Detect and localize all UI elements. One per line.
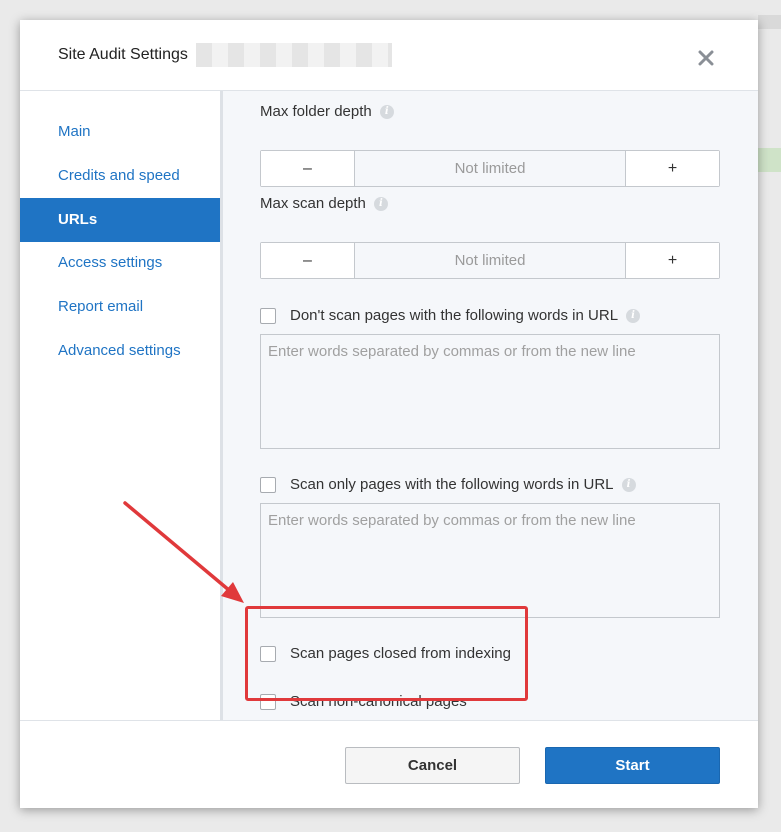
sidebar-item-access-settings[interactable]: Access settings [20,241,220,285]
redacted-project-name [196,43,392,67]
exclude-words-textarea[interactable] [260,334,720,449]
sidebar-item-credits-and-speed[interactable]: Credits and speed [20,154,220,198]
exclude-words-option: Don't scan pages with the following word… [260,307,641,324]
max-scan-depth-text: Max scan depth [260,195,366,212]
urls-settings-panel: Max folder depth i – + Max scan depth i … [223,91,758,720]
dialog-title: Site Audit Settings [58,46,188,63]
background-strip [758,15,781,29]
max-folder-depth-input[interactable] [355,151,625,186]
exclude-words-label: Don't scan pages with the following word… [290,307,619,324]
max-scan-depth-stepper: – + [260,242,720,279]
info-icon[interactable]: i [621,477,636,492]
scan-closed-checkbox[interactable] [260,645,276,662]
sidebar-item-urls[interactable]: URLs [20,198,220,242]
decrement-button[interactable]: – [261,243,355,278]
cancel-button[interactable]: Cancel [345,747,520,784]
settings-sidebar: Main Credits and speed URLs Access setti… [20,91,223,720]
scan-closed-label: Scan pages closed from indexing [290,645,511,662]
scan-noncanonical-option: Scan non-canonical pages [260,693,467,710]
close-button[interactable] [690,42,722,74]
scan-noncanonical-checkbox[interactable] [260,693,276,710]
dialog-header: Site Audit Settings [20,20,758,91]
info-icon[interactable]: i [626,308,641,323]
info-icon[interactable]: i [373,196,388,211]
max-scan-depth-label: Max scan depth i [260,195,388,212]
scan-closed-option: Scan pages closed from indexing [260,645,511,662]
include-words-checkbox[interactable] [260,476,276,493]
include-words-label: Scan only pages with the following words… [290,476,614,493]
dialog-footer: Cancel Start [20,720,758,808]
increment-button[interactable]: + [625,151,719,186]
sidebar-item-main[interactable]: Main [20,110,220,154]
info-icon[interactable]: i [379,104,394,119]
decrement-button[interactable]: – [261,151,355,186]
max-scan-depth-input[interactable] [355,243,625,278]
scan-noncanonical-label: Scan non-canonical pages [290,693,467,710]
include-words-textarea[interactable] [260,503,720,618]
include-words-option: Scan only pages with the following words… [260,476,636,493]
background-strip [758,148,781,172]
increment-button[interactable]: + [625,243,719,278]
close-icon [698,50,714,66]
site-audit-settings-dialog: Site Audit Settings Main Credits and spe… [20,20,758,808]
max-folder-depth-text: Max folder depth [260,103,372,120]
max-folder-depth-label: Max folder depth i [260,103,394,120]
exclude-words-checkbox[interactable] [260,307,276,324]
sidebar-item-report-email[interactable]: Report email [20,285,220,329]
max-folder-depth-stepper: – + [260,150,720,187]
sidebar-item-advanced-settings[interactable]: Advanced settings [20,329,220,373]
start-button[interactable]: Start [545,747,720,784]
